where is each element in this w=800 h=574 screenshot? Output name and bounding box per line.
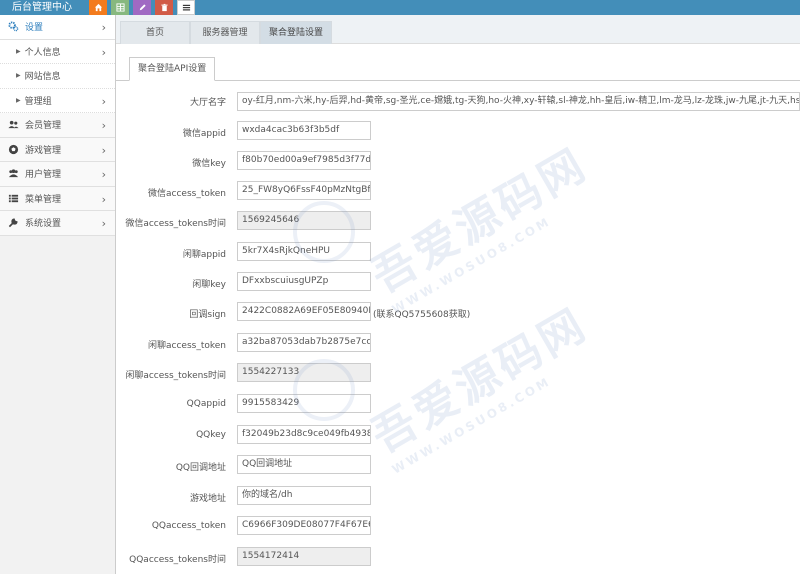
soccer-ball-icon — [7, 143, 20, 155]
xianliao-token-label: 闲聊access_token — [148, 341, 226, 351]
top-navbar: 后台管理中心 — [0, 0, 800, 15]
chevron-right-icon: › — [101, 21, 106, 34]
sidebar-item-label: 管理组 — [24, 96, 52, 107]
home-icon — [94, 3, 102, 12]
wechat-token-time-input[interactable]: 1569245646 — [237, 211, 371, 230]
hall-name-label: 大厅名字 — [189, 98, 226, 108]
game-url-input[interactable]: 你的域名/dh — [237, 486, 371, 505]
xianliao-key-label: 闲聊key — [192, 280, 226, 290]
sidebar-item-label: 个人信息 — [24, 47, 61, 58]
sidebar-item-label: 游戏管理 — [25, 145, 62, 156]
tab-server-management[interactable]: 服务器管理 — [190, 21, 260, 44]
callback-sign-input[interactable]: 2422C0882A69EF05E80940FAA — [237, 302, 371, 321]
wechat-appid-input[interactable]: wxda4cac3b63f3b5df — [237, 121, 371, 140]
chevron-right-icon: › — [101, 168, 106, 181]
wrench-icon — [7, 217, 20, 229]
qq-token-input[interactable]: C6966F309DE08077F4F67E62C — [237, 516, 371, 535]
list-icon — [7, 192, 20, 204]
watermark: 吾爱源码网 WWW.WOSUO8.COM — [358, 129, 605, 317]
wechat-key-label: 微信key — [192, 159, 226, 169]
pencil-icon — [139, 4, 146, 11]
watermark-subtext: WWW.WOSUO8.COM — [389, 374, 554, 477]
grid-icon — [115, 3, 125, 12]
list-shortcut-button[interactable] — [177, 0, 195, 15]
xianliao-token-time-label: 闲聊access_tokens时间 — [125, 371, 226, 381]
user-group-icon — [7, 168, 20, 180]
qq-token-time-input[interactable]: 1554172414 — [237, 547, 371, 566]
xianliao-appid-input[interactable]: 5kr7X4sRjkQneHPU — [237, 242, 371, 261]
qq-key-label: QQkey — [196, 430, 226, 440]
sidebar-item-profile[interactable]: ▶ 个人信息 › — [0, 39, 115, 64]
app-title: 后台管理中心 — [12, 2, 72, 13]
list-icon — [182, 4, 190, 11]
tab-aggregate-login-settings[interactable]: 聚合登陆设置 — [260, 21, 332, 44]
home-shortcut-button[interactable] — [89, 0, 107, 15]
xianliao-key-input[interactable]: DFxxbscuiusgUPZp — [237, 272, 371, 291]
grid-shortcut-button[interactable] — [111, 0, 129, 15]
gear-icon — [7, 21, 20, 33]
qq-callback-input[interactable]: QQ回调地址 — [237, 455, 371, 474]
qq-callback-label: QQ回调地址 — [175, 463, 226, 473]
qq-appid-input[interactable]: 9915583429 — [237, 394, 371, 413]
hall-name-input[interactable]: oy-红月,nm-六米,hy-后羿,hd-黄帝,sg-圣光,ce-嫦娥,tg-天… — [237, 92, 800, 111]
chevron-right-icon: › — [101, 143, 106, 157]
delete-shortcut-button[interactable] — [155, 0, 173, 15]
callback-sign-label: 回调sign — [189, 310, 226, 320]
qq-token-time-label: QQaccess_tokens时间 — [129, 555, 226, 565]
caret-right-icon: ▶ — [16, 47, 21, 55]
wechat-key-input[interactable]: f80b70ed00a9ef7985d3f77dab — [237, 151, 371, 170]
panel-tab-divider — [116, 80, 800, 81]
watermark-text: 吾爱源码网 — [363, 138, 597, 303]
sidebar-item-site-info[interactable]: ▶ 网站信息 — [0, 64, 115, 89]
sidebar-item-label: 设置 — [25, 23, 44, 34]
qq-key-input[interactable]: f32049b23d8c9ce049fb4938cc — [237, 425, 371, 444]
main-content: 聚合登陆API设置 大厅名字 oy-红月,nm-六米,hy-后羿,hd-黄帝,s… — [116, 44, 800, 574]
xianliao-appid-label: 闲聊appid — [182, 250, 226, 260]
tab-api-settings[interactable]: 聚合登陆API设置 — [129, 57, 216, 81]
trash-icon — [160, 3, 168, 12]
caret-right-icon: ▶ — [16, 72, 21, 80]
sidebar-item-label: 用户管理 — [25, 170, 62, 181]
sidebar-item-label: 系统设置 — [25, 219, 62, 230]
page-tabs: 首页 服务器管理 聚合登陆设置 — [116, 15, 800, 44]
sidebar-item-label: 会员管理 — [25, 121, 62, 132]
sidebar-item-label: 菜单管理 — [25, 194, 62, 205]
game-url-label: 游戏地址 — [189, 494, 226, 504]
qq-appid-label: QQappid — [186, 399, 226, 409]
wechat-token-time-label: 微信access_tokens时间 — [125, 219, 226, 229]
callback-sign-note: (联系QQ5755608获取) — [373, 310, 471, 320]
wechat-token-label: 微信access_token — [148, 189, 226, 199]
qq-token-label: QQaccess_token — [151, 521, 226, 531]
xianliao-token-input[interactable]: a32ba87053dab7b2875e7cc54 — [237, 333, 371, 352]
caret-right-icon: ▶ — [16, 96, 21, 104]
users-icon — [7, 119, 20, 131]
sidebar-item-settings[interactable]: 设置 › — [0, 15, 115, 40]
tab-home[interactable]: 首页 — [120, 21, 190, 44]
xianliao-token-time-input[interactable]: 1554227133 — [237, 363, 371, 382]
chevron-right-icon: › — [101, 45, 106, 59]
wechat-appid-label: 微信appid — [182, 129, 226, 139]
sidebar-item-label: 网站信息 — [24, 72, 61, 83]
edit-shortcut-button[interactable] — [133, 0, 151, 15]
watermark-subtext: WWW.WOSUO8.COM — [389, 214, 554, 317]
wechat-token-input[interactable]: 25_FW8yQ6FssF40pMzNtgBfnu — [237, 181, 371, 200]
